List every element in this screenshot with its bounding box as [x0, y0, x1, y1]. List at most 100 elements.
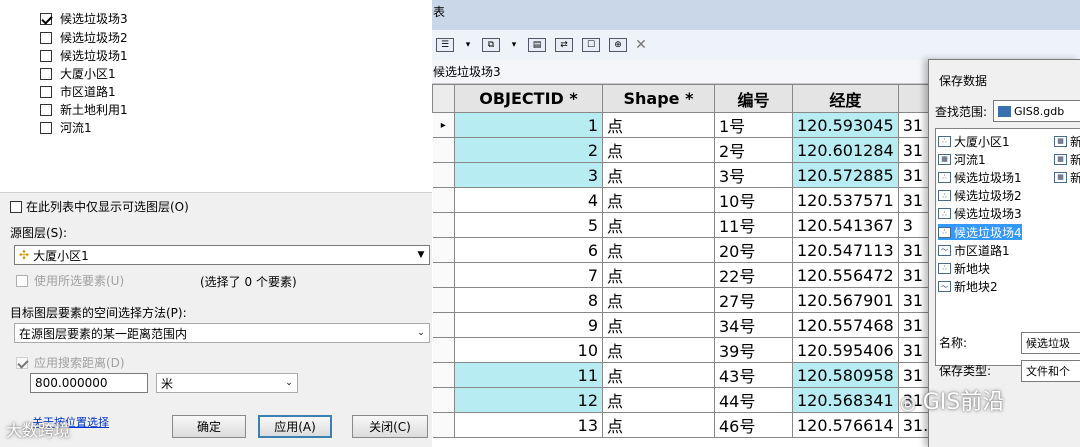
table-row[interactable]: 6 点 20号 120.547113 31: [432, 237, 995, 263]
file-list-item[interactable]: ∴ 候选垃圾场2: [938, 188, 1022, 204]
delete-selected-icon[interactable]: ✕: [635, 37, 647, 53]
row-selector[interactable]: [432, 337, 455, 363]
column-header-shape[interactable]: Shape *: [602, 84, 715, 113]
point-feature-class-icon: ∴: [938, 135, 951, 147]
source-layer-dropdown[interactable]: ✣ 大厦小区1 ▼: [14, 245, 430, 265]
only-selectable-option[interactable]: 在此列表中仅显示可选图层(O): [10, 198, 189, 215]
row-selector[interactable]: [432, 287, 455, 313]
file-list-item[interactable]: ∴ 候选垃圾场1: [938, 169, 1022, 185]
apply-distance-checkbox[interactable]: [16, 356, 28, 369]
related-tables-icon[interactable]: ⧉: [482, 38, 500, 52]
row-selector[interactable]: [432, 237, 455, 263]
column-header-objectid[interactable]: OBJECTID *: [454, 84, 603, 113]
layer-checkbox[interactable]: [40, 67, 52, 80]
row-selector[interactable]: ▸: [432, 112, 455, 138]
distance-unit-dropdown[interactable]: 米 ⌄: [156, 373, 298, 393]
selection-method-dropdown[interactable]: 在源图层要素的某一距离范围内 ⌄: [14, 323, 430, 343]
file-list-item-label: 大厦小区1: [954, 134, 1010, 149]
row-selector-header[interactable]: [432, 84, 455, 113]
file-list-item[interactable]: 〜新地块2: [938, 279, 998, 295]
file-list-item[interactable]: ▦新: [1054, 169, 1080, 185]
file-list-item[interactable]: ▦新: [1054, 133, 1080, 149]
dropdown-arrow-icon[interactable]: ▾: [509, 38, 519, 52]
source-layer-value: 大厦小区1: [33, 248, 89, 263]
apply-distance-option[interactable]: 应用搜索距离(D): [16, 354, 125, 371]
name-input[interactable]: 候选垃圾: [1021, 332, 1080, 354]
layer-checkbox[interactable]: [40, 49, 52, 62]
table-row[interactable]: 5 点 11号 120.541367 3: [432, 212, 995, 238]
row-selector[interactable]: [432, 212, 455, 238]
dropdown-arrow-icon[interactable]: ▾: [463, 38, 473, 52]
clear-selection-icon[interactable]: ☐: [582, 38, 600, 52]
row-selector[interactable]: [432, 137, 455, 163]
layer-checkbox[interactable]: [40, 103, 52, 116]
cell-objectid: 6: [454, 237, 603, 263]
row-selector[interactable]: [432, 162, 455, 188]
column-header-longitude[interactable]: 经度: [792, 84, 899, 113]
row-selector[interactable]: [432, 262, 455, 288]
row-selector[interactable]: [432, 312, 455, 338]
table-row[interactable]: 10 点 39号 120.595406 31: [432, 337, 995, 363]
cell-shape: 点: [602, 112, 715, 138]
ok-button[interactable]: 确定: [172, 415, 246, 438]
layer-checkbox[interactable]: [40, 12, 52, 25]
only-selectable-checkbox[interactable]: [10, 200, 22, 213]
file-list-item-label: 候选垃圾场4: [954, 225, 1022, 240]
cell-longitude: 120.541367: [792, 212, 899, 238]
row-selector[interactable]: [432, 412, 455, 438]
layer-item-candidate-2[interactable]: 候选垃圾场2: [40, 29, 128, 46]
file-list-item[interactable]: ∴ 新地块: [938, 260, 990, 276]
cell-objectid: 3: [454, 162, 603, 188]
save-type-dropdown[interactable]: 文件和个: [1021, 360, 1080, 382]
table-row[interactable]: 9 点 34号 120.557468 31: [432, 312, 995, 338]
cell-code: 39号: [714, 337, 793, 363]
table-row[interactable]: 13点46号120.57661431.344372: [432, 412, 995, 438]
chevron-down-icon[interactable]: ⌄: [281, 374, 297, 392]
polygon-feature-class-icon: ▦: [938, 153, 951, 165]
file-list[interactable]: ∴ 大厦小区1 ▦ 河流1 ∴ 候选垃圾场1 ∴ 候选垃圾场2 ∴ 候选垃圾场3 ∴ 候选垃圾场4 〜市…: [935, 128, 1080, 366]
row-selector[interactable]: [432, 387, 455, 413]
use-selected-checkbox[interactable]: [16, 274, 28, 287]
switch-selection-icon[interactable]: ⇄: [555, 38, 573, 52]
cell-shape: 点: [602, 162, 715, 188]
dialog-title: 保存数据: [939, 74, 988, 88]
chevron-down-icon[interactable]: ▼: [413, 246, 429, 264]
cell-objectid: 13: [454, 412, 603, 438]
apply-button[interactable]: 应用(A): [258, 415, 332, 438]
layer-item-building-1[interactable]: 大厦小区1: [40, 65, 116, 82]
file-list-item[interactable]: ∴ 候选垃圾场4: [938, 224, 1022, 240]
layer-checkbox[interactable]: [40, 85, 52, 98]
table-row[interactable]: 7 点 22号 120.556472 31: [432, 262, 995, 288]
layer-item-river-1[interactable]: 河流1: [40, 119, 92, 136]
file-list-item[interactable]: ▦新: [1054, 151, 1080, 167]
table-row[interactable]: 2 点 2号 120.601284 31: [432, 137, 995, 163]
look-in-dropdown[interactable]: GIS8.gdb: [993, 100, 1080, 122]
table-row[interactable]: 4 点 10号 120.537571 31: [432, 187, 995, 213]
layer-label: 河流1: [60, 121, 92, 135]
row-selector[interactable]: [432, 187, 455, 213]
zoom-to-selected-icon[interactable]: ⊕: [609, 38, 627, 52]
file-list-item[interactable]: ∴ 大厦小区1: [938, 133, 1010, 149]
table-row[interactable]: 3 点 3号 120.572885 31: [432, 162, 995, 188]
row-selector[interactable]: [432, 362, 455, 388]
distance-input[interactable]: 800.000000: [30, 373, 148, 393]
file-list-item[interactable]: ▦ 河流1: [938, 151, 986, 167]
table-row[interactable]: ▸ 1 点 1号 120.593045 31: [432, 112, 995, 138]
cell-code: 44号: [714, 387, 793, 413]
apply-distance-label: 应用搜索距离(D): [34, 356, 125, 370]
layer-item-landuse-1[interactable]: 新土地利用1: [40, 101, 128, 118]
layer-checkbox[interactable]: [40, 31, 52, 44]
layer-item-candidate-3[interactable]: 候选垃圾场3: [40, 10, 128, 27]
column-header-code[interactable]: 编号: [714, 84, 793, 113]
table-row[interactable]: 8 点 27号 120.567901 31: [432, 287, 995, 313]
table-options-icon[interactable]: ☰: [436, 38, 454, 52]
layer-checkbox[interactable]: [40, 121, 52, 134]
file-list-item[interactable]: 〜市区道路1: [938, 242, 1010, 258]
use-selected-option[interactable]: 使用所选要素(U): [16, 272, 124, 289]
close-button[interactable]: 关闭(C): [352, 415, 428, 438]
chevron-down-icon[interactable]: ⌄: [413, 324, 429, 342]
layer-item-candidate-1[interactable]: 候选垃圾场1: [40, 47, 128, 64]
select-by-attributes-icon[interactable]: ▤: [528, 38, 546, 52]
layer-item-roads-1[interactable]: 市区道路1: [40, 83, 116, 100]
file-list-item[interactable]: ∴ 候选垃圾场3: [938, 206, 1022, 222]
